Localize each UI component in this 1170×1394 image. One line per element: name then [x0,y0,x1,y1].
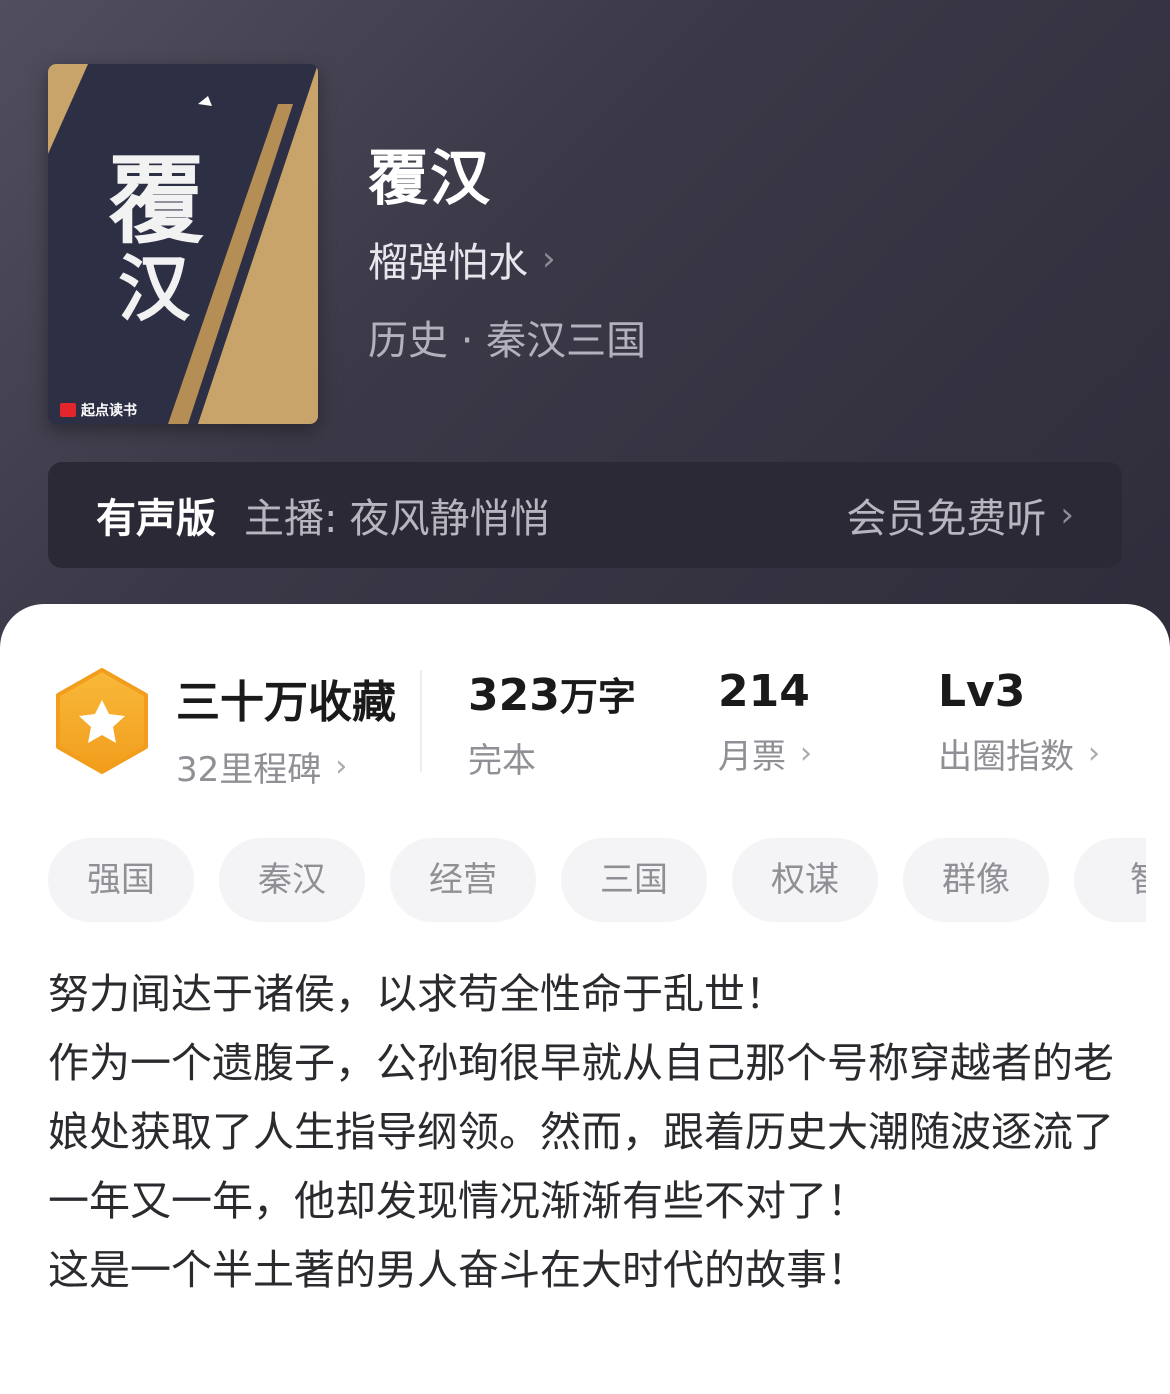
chevron-right-icon: › [1088,735,1100,771]
tag-chip[interactable]: 群像 [903,838,1049,922]
stat-divider [420,670,422,772]
qidian-logo-icon [60,403,76,417]
stat-monthly-tickets[interactable]: 214 月票 › [718,666,812,778]
author-link[interactable]: 榴弹怕水 › [368,230,556,288]
audio-version-bar[interactable]: 有声版 主播: 夜风静悄悄 会员免费听 › [48,462,1122,568]
chevron-right-icon: › [1060,495,1074,535]
stat-word-count: 323万字 完本 [468,666,636,782]
vip-free-listen-text: 会员免费听 [846,496,1047,542]
description-paragraph: 作为一个遗腹子，公孙珣很早就从自己那个号称穿越者的老娘处获取了人生指导纲领。然而… [48,1039,1114,1225]
tag-chip[interactable]: 三国 [561,838,707,922]
stat-collections[interactable]: 三十万收藏 32里程碑 › [176,666,396,791]
tag-chip[interactable]: 智 [1074,838,1146,922]
host-name: 夜风静悄悄 [349,496,550,542]
popularity-level: Lv3 [938,666,1026,717]
chevron-right-icon: › [800,735,812,771]
completion-status: 完本 [468,741,536,781]
word-count-unit: 万字 [559,675,636,719]
popularity-index-label: 出圈指数 [938,737,1074,777]
chevron-right-icon: › [542,239,556,279]
cover-art: 覆 汉 [48,64,318,424]
audio-version-label: 有声版 [96,496,216,542]
cover-brand: 起点读书 [60,400,137,420]
tag-chip[interactable]: 经营 [390,838,536,922]
word-count-number: 323 [468,670,560,721]
book-description: 努力闻达于诸侯，以求苟全性命于乱世！ 作为一个遗腹子，公孙珣很早就从自己那个号称… [48,960,1118,1305]
tag-chip[interactable]: 权谋 [732,838,878,922]
collections-count: 三十万收藏 [176,677,396,728]
author-name: 榴弹怕水 [368,240,528,286]
description-paragraph: 这是一个半土著的男人奋斗在大时代的故事！ [48,1246,868,1294]
tag-list: 强国秦汉经营三国权谋群像智 [48,838,1146,924]
stat-popularity-index[interactable]: Lv3 出圈指数 › [938,666,1100,778]
milestone-count: 32里程碑 [176,750,322,790]
book-category: 历史 · 秦汉三国 [368,318,647,364]
tag-chip[interactable]: 秦汉 [219,838,365,922]
monthly-ticket-label: 月票 [718,737,786,777]
vip-free-listen-link[interactable]: 会员免费听 › [846,486,1074,544]
cover-title-2: 汉 [118,246,191,331]
tag-chip[interactable]: 强国 [48,838,194,922]
star-badge-icon [56,668,148,774]
chevron-right-icon: › [335,748,348,784]
monthly-ticket-count: 214 [718,666,810,717]
description-paragraph: 努力闻达于诸侯，以求苟全性命于乱世！ [48,970,786,1018]
book-cover[interactable]: 覆 汉 起点读书 [48,64,318,424]
book-title: 覆汉 [368,144,492,214]
host-label: 主播: [244,496,338,542]
cover-title-1: 覆 [108,144,204,257]
